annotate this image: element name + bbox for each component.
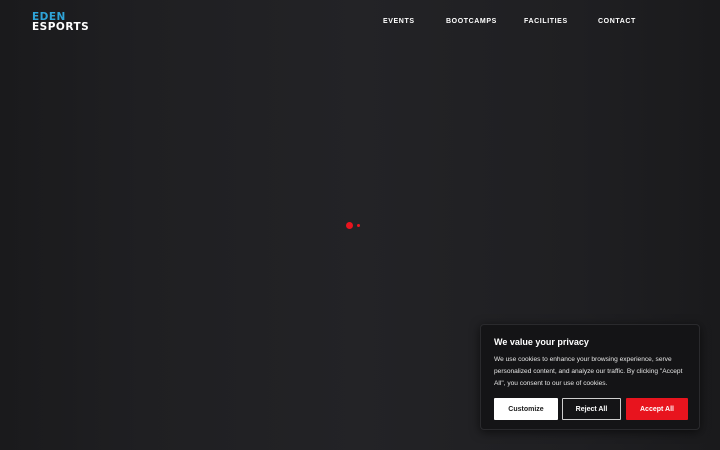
loader-dot-small [357,224,360,227]
reject-all-button[interactable]: Reject All [562,398,621,420]
accept-all-button[interactable]: Accept All [626,398,688,420]
nav-item-events[interactable]: EVENTS [383,18,415,25]
logo-line-esports: ESPORTS [32,21,90,33]
nav-item-contact[interactable]: CONTACT [598,18,636,25]
loader-dot-large [346,222,353,229]
brand-logo[interactable]: EDEN ESPORTS [32,12,96,34]
cookie-banner-title: We value your privacy [494,337,589,347]
nav-item-bootcamps[interactable]: BOOTCAMPS [446,18,497,25]
cookie-consent-banner: We value your privacy We use cookies to … [480,324,700,430]
customize-button[interactable]: Customize [494,398,558,420]
loading-dots-icon [346,221,362,229]
nav-item-facilities[interactable]: FACILITIES [524,18,568,25]
page: EDEN ESPORTS EVENTS BOOTCAMPS FACILITIES… [0,0,720,450]
cookie-banner-text: We use cookies to enhance your browsing … [494,356,683,387]
